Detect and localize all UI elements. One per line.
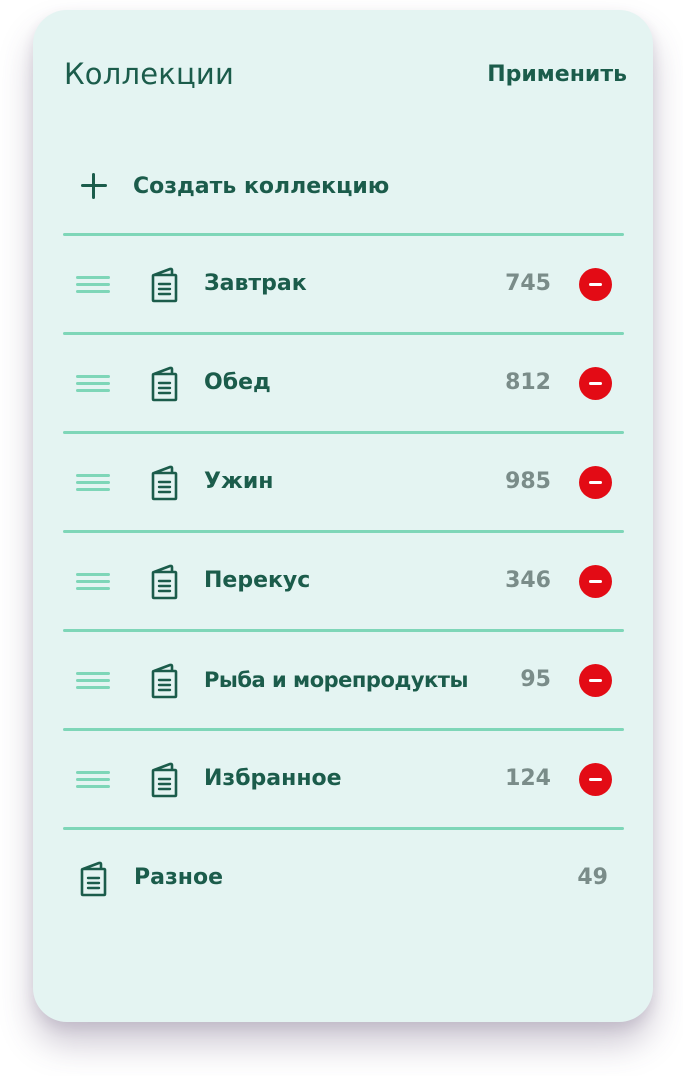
book-icon	[151, 465, 178, 501]
collection-name: Избранное	[204, 766, 342, 791]
drag-handle-icon[interactable]	[76, 573, 110, 591]
drag-handle-icon[interactable]	[76, 375, 110, 393]
collection-count: 124	[505, 766, 551, 791]
collection-name: Рыба и морепродукты	[204, 668, 468, 692]
drag-handle-icon[interactable]	[76, 672, 110, 690]
collection-list: Завтрак 745 Обед 812 Ужин 985 Перекус 34…	[63, 233, 624, 926]
collection-row[interactable]: Завтрак 745	[63, 236, 624, 332]
book-icon	[151, 366, 178, 402]
book-icon	[151, 762, 178, 798]
collection-name: Разное	[134, 865, 223, 890]
collection-count: 49	[577, 865, 608, 890]
book-icon	[151, 564, 178, 600]
collection-count: 812	[505, 370, 551, 395]
create-collection-label: Создать коллекцию	[133, 173, 390, 199]
drag-handle-icon[interactable]	[76, 771, 110, 789]
page-title: Коллекции	[64, 57, 234, 91]
collection-row[interactable]: Перекус 346	[63, 533, 624, 629]
collection-name: Ужин	[204, 469, 274, 494]
collection-row[interactable]: Рыба и морепродукты 95	[63, 632, 624, 728]
panel-header: Коллекции Применить	[64, 52, 627, 96]
remove-icon[interactable]	[579, 367, 612, 400]
collection-name: Завтрак	[204, 271, 307, 296]
book-icon	[151, 663, 178, 699]
collection-row[interactable]: Избранное 124	[63, 731, 624, 827]
collection-count: 745	[505, 271, 551, 296]
collection-row[interactable]: Обед 812	[63, 335, 624, 431]
collection-count: 985	[505, 469, 551, 494]
drag-handle-icon[interactable]	[76, 276, 110, 294]
book-icon	[80, 861, 107, 897]
remove-icon[interactable]	[579, 565, 612, 598]
book-icon	[151, 267, 178, 303]
collection-count: 346	[505, 568, 551, 593]
plus-icon	[79, 171, 109, 201]
remove-icon[interactable]	[579, 763, 612, 796]
collection-name: Перекус	[204, 568, 311, 593]
drag-handle-icon[interactable]	[76, 474, 110, 492]
collections-panel: Коллекции Применить Создать коллекцию За…	[33, 10, 653, 1022]
create-collection-button[interactable]: Создать коллекцию	[63, 150, 389, 222]
apply-button[interactable]: Применить	[487, 62, 627, 87]
collection-row-static[interactable]: Разное 49	[63, 830, 624, 926]
remove-icon[interactable]	[579, 466, 612, 499]
collection-count: 95	[520, 667, 551, 692]
remove-icon[interactable]	[579, 664, 612, 697]
remove-icon[interactable]	[579, 268, 612, 301]
collection-name: Обед	[204, 370, 271, 395]
collection-row[interactable]: Ужин 985	[63, 434, 624, 530]
